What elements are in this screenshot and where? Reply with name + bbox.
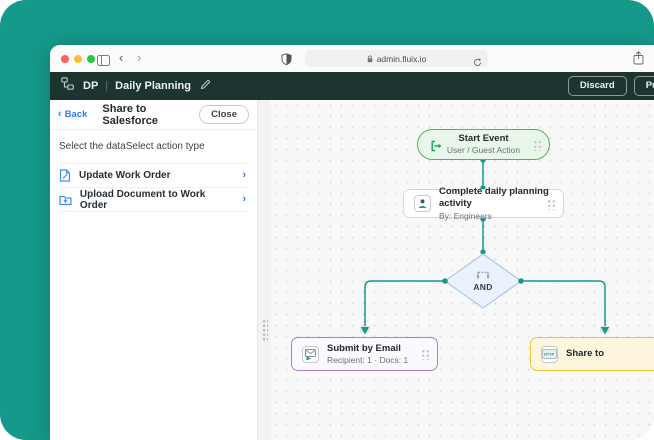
action-type-helper-text: Select the dataSelect action type bbox=[59, 141, 248, 152]
share-to-salesforce-panel: ‹ Back Share to Salesforce Close Select … bbox=[50, 100, 257, 440]
list-item-upload-document[interactable]: Upload Document to Work Order › bbox=[59, 188, 248, 212]
drag-handle-icon[interactable] bbox=[420, 348, 429, 360]
teal-background-card: ‹ › admin.fluix.io bbox=[0, 0, 654, 440]
workflow-logo-icon bbox=[61, 77, 74, 95]
traffic-light-zoom-icon[interactable] bbox=[87, 55, 95, 63]
back-label: Back bbox=[65, 109, 88, 120]
share-page-icon[interactable] bbox=[633, 51, 644, 70]
list-item-label: Upload Document to Work Order bbox=[80, 189, 234, 211]
drag-handle-icon[interactable] bbox=[532, 139, 541, 151]
url-bar[interactable]: admin.fluix.io bbox=[305, 50, 488, 67]
workflow-canvas[interactable]: Start Event User / Guest Action Complete… bbox=[270, 100, 654, 440]
discard-button[interactable]: Discard bbox=[568, 76, 627, 96]
person-task-icon bbox=[414, 195, 431, 212]
node-submit-by-email[interactable]: Submit by Email Recipient: 1 · Docs: 1 bbox=[291, 337, 438, 371]
panel-resize-divider bbox=[257, 100, 270, 440]
app-header: DP | Daily Planning Discard Publish bbox=[50, 72, 654, 100]
browser-chrome-bar: ‹ › admin.fluix.io bbox=[50, 45, 654, 72]
chevron-right-icon: › bbox=[242, 170, 248, 181]
content-row: ‹ Back Share to Salesforce Close Select … bbox=[50, 100, 654, 440]
traffic-light-minimize-icon[interactable] bbox=[74, 55, 82, 63]
node-and-gateway[interactable]: AND bbox=[453, 261, 513, 301]
node-subtitle: Recipient: 1 · Docs: 1 bbox=[327, 355, 408, 366]
url-text: admin.fluix.io bbox=[377, 54, 427, 64]
nav-forward-icon[interactable]: › bbox=[137, 51, 141, 64]
panel-resize-handle[interactable] bbox=[261, 318, 268, 342]
action-type-list: Update Work Order › Upload Document to W… bbox=[59, 163, 248, 212]
workflow-title: Daily Planning bbox=[115, 80, 191, 92]
gateway-label: AND bbox=[473, 282, 492, 292]
node-title: Start Event bbox=[447, 133, 520, 145]
chevron-right-icon: › bbox=[242, 194, 248, 205]
document-upload-icon bbox=[59, 194, 72, 206]
http-icon: HTTP bbox=[541, 346, 558, 363]
panel-header: ‹ Back Share to Salesforce Close bbox=[50, 100, 257, 130]
publish-button[interactable]: Publish bbox=[634, 76, 654, 96]
traffic-light-close-icon[interactable] bbox=[61, 55, 69, 63]
email-send-icon bbox=[302, 346, 319, 363]
list-item-label: Update Work Order bbox=[79, 170, 171, 181]
header-actions: Discard Publish bbox=[568, 76, 646, 96]
start-event-icon bbox=[430, 139, 442, 157]
reload-icon[interactable] bbox=[473, 54, 482, 72]
node-daily-planning-activity[interactable]: Complete daily planning activity By: Eng… bbox=[403, 189, 564, 218]
panel-title: Share to Salesforce bbox=[102, 103, 199, 127]
sidebar-toggle-icon[interactable] bbox=[97, 53, 110, 71]
privacy-shield-icon[interactable] bbox=[281, 52, 292, 70]
node-share-to[interactable]: HTTP Share to bbox=[530, 337, 654, 371]
node-start-event[interactable]: Start Event User / Guest Action bbox=[417, 129, 550, 160]
browser-window: ‹ › admin.fluix.io bbox=[50, 45, 654, 440]
close-button[interactable]: Close bbox=[199, 105, 249, 124]
node-title: Share to bbox=[566, 348, 604, 360]
http-badge-label: HTTP bbox=[544, 352, 554, 356]
list-item-update-work-order[interactable]: Update Work Order › bbox=[59, 164, 248, 188]
header-separator: | bbox=[105, 80, 108, 92]
parallel-split-icon bbox=[476, 271, 490, 280]
node-title: Submit by Email bbox=[327, 343, 408, 355]
edit-title-icon[interactable] bbox=[200, 77, 211, 95]
node-subtitle: User / Guest Action bbox=[447, 145, 520, 156]
drag-handle-icon[interactable] bbox=[546, 198, 555, 210]
node-subtitle: By: Engineers bbox=[439, 211, 553, 222]
document-edit-icon bbox=[59, 169, 71, 182]
chevron-left-icon: ‹ bbox=[58, 109, 62, 120]
workflow-initials: DP bbox=[83, 80, 98, 92]
nav-back-icon[interactable]: ‹ bbox=[119, 51, 123, 64]
lock-icon bbox=[367, 55, 373, 63]
screenshot-stage: ‹ › admin.fluix.io bbox=[0, 0, 654, 440]
back-button[interactable]: ‹ Back bbox=[58, 109, 87, 120]
panel-body: Select the dataSelect action type Update… bbox=[50, 130, 257, 212]
node-title: Complete daily planning activity bbox=[439, 186, 553, 211]
